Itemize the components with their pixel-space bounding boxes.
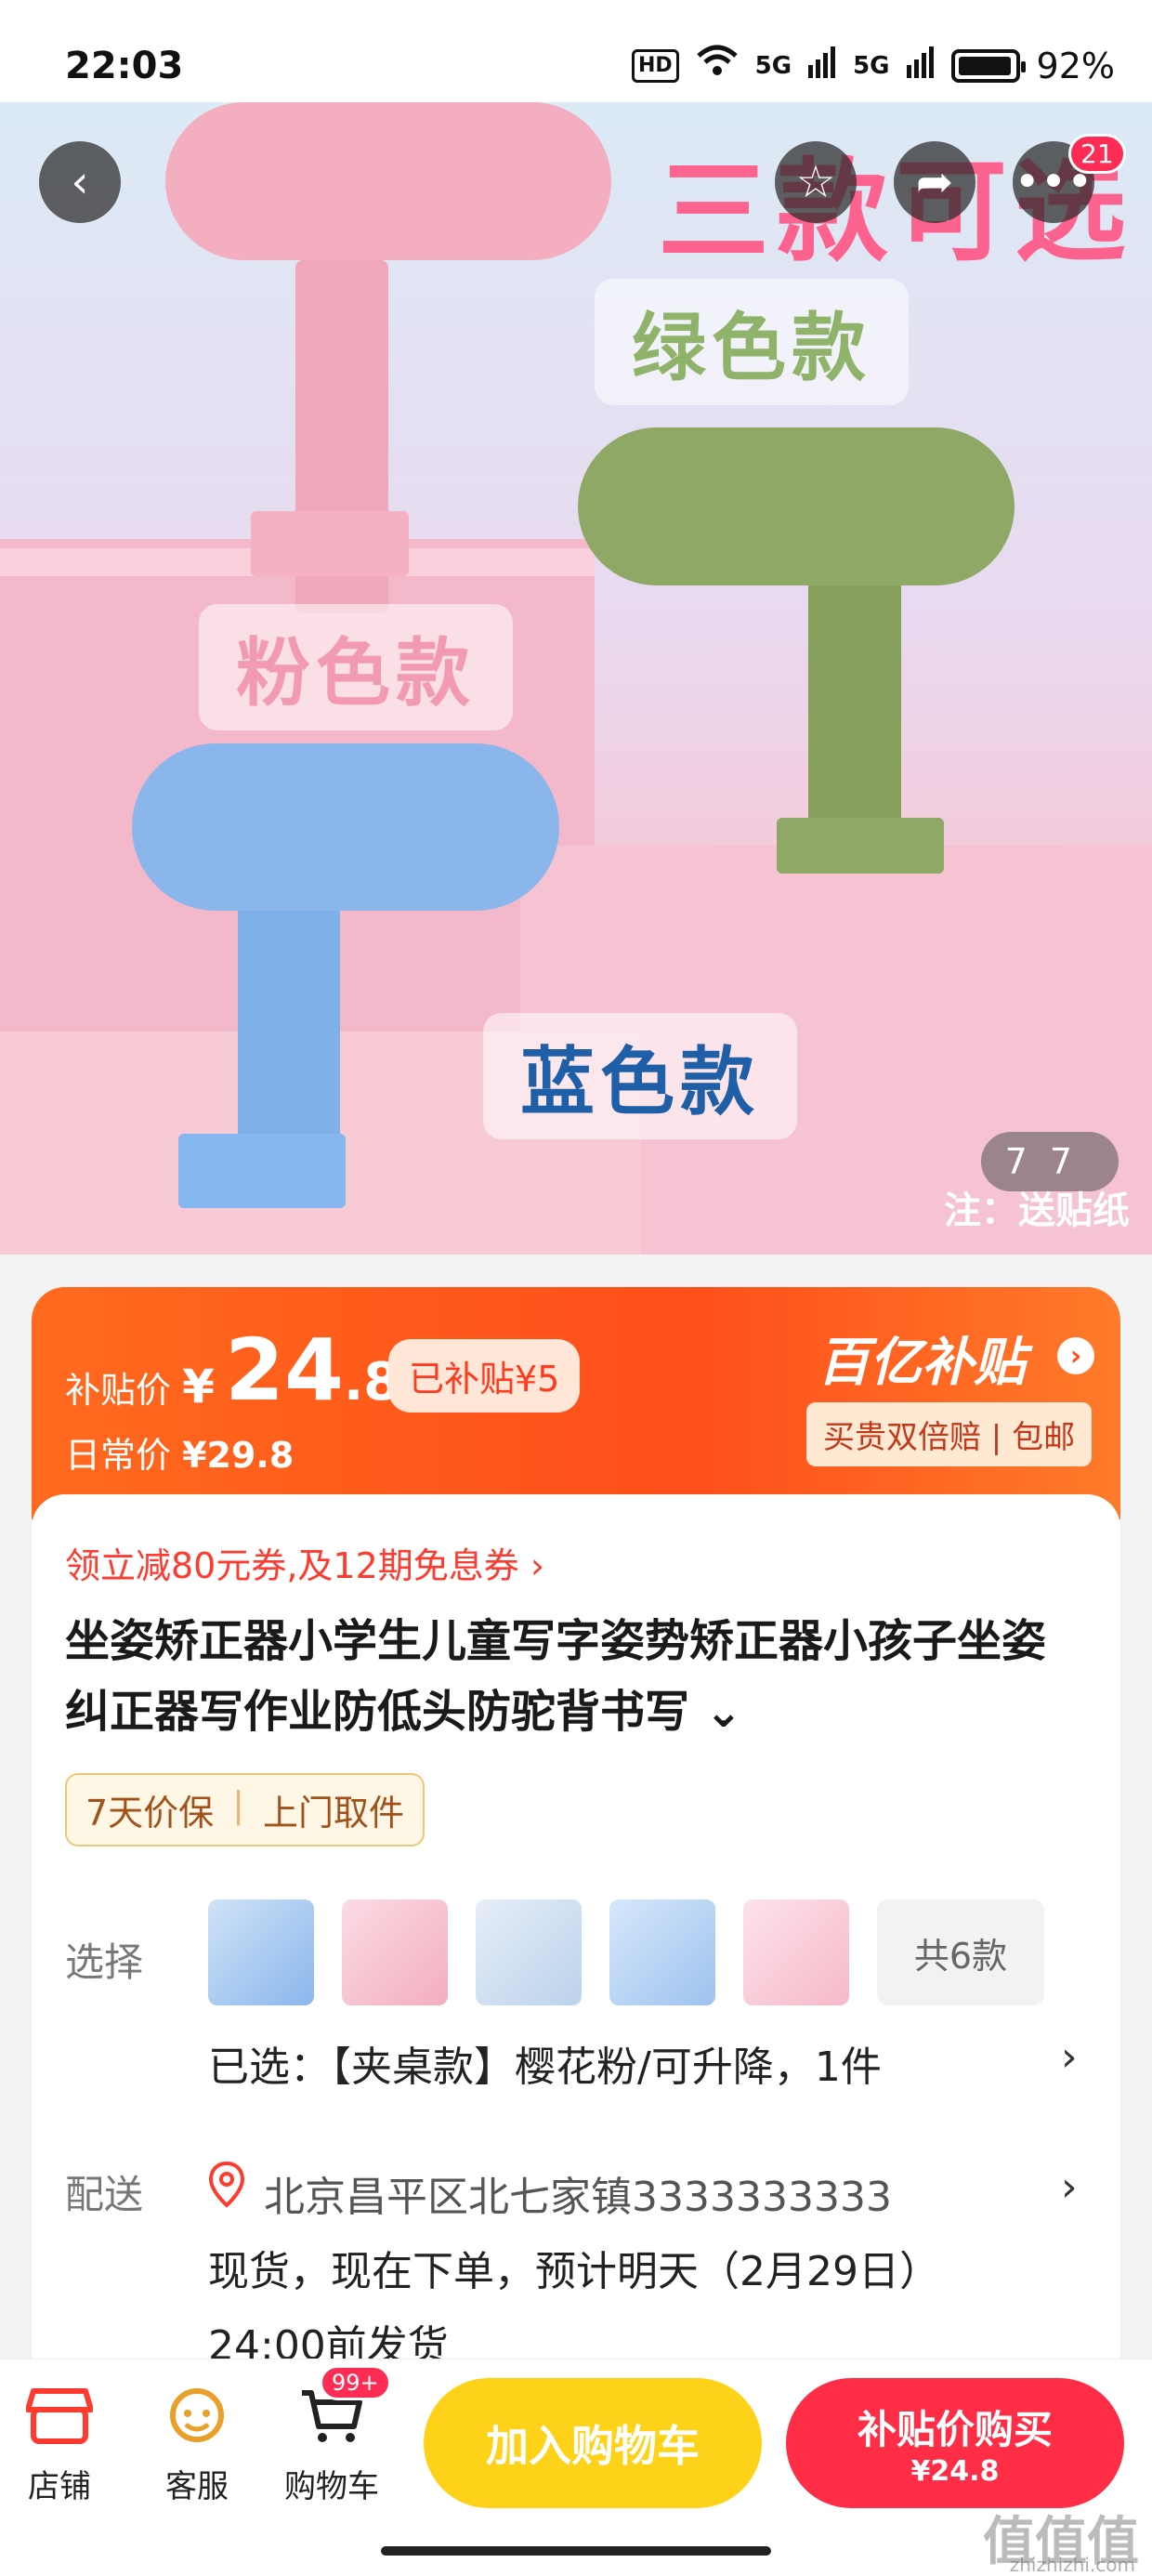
- label-blue: 蓝色款: [483, 1013, 797, 1139]
- delivery-estimate: 现货，现在下单，预计明天（2月29日）: [208, 2248, 940, 2295]
- currency-symbol: ¥: [182, 1360, 215, 1413]
- shop-icon: [25, 2385, 94, 2453]
- green-product-base: [777, 818, 944, 874]
- delivery-label: 配送: [65, 2172, 144, 2217]
- pink-product-pad: [165, 102, 611, 260]
- signal-bars-icon-2: [906, 46, 935, 86]
- buy-now-button[interactable]: 补贴价购买 ¥24.8: [786, 2378, 1124, 2508]
- expand-chevron-icon[interactable]: ⌄: [705, 1686, 742, 1738]
- blue-product-base: [178, 1134, 346, 1208]
- shop-label: 店铺: [28, 2468, 91, 2505]
- share-icon: ➦: [915, 156, 954, 208]
- customer-service-icon: [164, 2385, 230, 2453]
- status-time: 22:03: [65, 45, 184, 87]
- coupon-link[interactable]: 领立减80元券,及12期免息券 ›: [65, 1537, 544, 1588]
- blue-product-pad: [132, 743, 559, 911]
- chevron-right-icon[interactable]: ›: [1061, 2033, 1078, 2081]
- price-banner: 补贴价 ¥ 24.8 已补贴¥5 日常价 ¥29.8 百亿补贴 › 买贵双倍赔 …: [32, 1287, 1120, 1519]
- subsidized-chip: 已补贴¥5: [388, 1339, 581, 1413]
- variant-thumb[interactable]: [743, 1899, 849, 2005]
- battery-percent: 92%: [1036, 45, 1115, 86]
- service-tags[interactable]: 7天价保 | 上门取件: [65, 1773, 425, 1847]
- green-product-pad: [578, 427, 1015, 585]
- product-title[interactable]: 坐姿矫正器小学生儿童写字姿势矫正器小孩子坐姿纠正器写作业防低头防驼背书写 ⌄: [65, 1606, 1087, 1747]
- service-tag: 上门取件: [263, 1793, 405, 1833]
- daily-price: 日常价 ¥29.8: [65, 1426, 294, 1478]
- status-bar: 22:03 HD 5G 5G 92%: [0, 0, 1152, 102]
- cart-nav[interactable]: 购物车: [284, 2385, 379, 2506]
- service-label: 客服: [165, 2468, 229, 2505]
- watermark-url: zhizhizhi.com: [1009, 2554, 1135, 2576]
- battery-icon: [950, 48, 1026, 83]
- add-to-cart-button[interactable]: 加入购物车: [424, 2378, 762, 2508]
- signal-icon-2: 5G: [853, 51, 890, 80]
- delivery-address[interactable]: 北京昌平区北七家镇3333333333: [264, 2163, 892, 2223]
- daily-value: ¥29.8: [182, 1435, 295, 1476]
- variant-thumb[interactable]: [208, 1899, 314, 2005]
- subsidy-price-label: 补贴价 ¥: [65, 1360, 215, 1413]
- favorite-button[interactable]: ☆: [775, 141, 857, 223]
- star-icon: ☆: [795, 156, 836, 208]
- customer-service-nav[interactable]: 客服: [164, 2385, 230, 2506]
- label-pink: 粉色款: [199, 604, 513, 730]
- status-icons: HD 5G 5G 92%: [631, 45, 1115, 86]
- label-green: 绿色款: [595, 279, 909, 405]
- wifi-icon: [696, 45, 739, 86]
- share-button[interactable]: ➦: [894, 141, 975, 223]
- chevron-right-icon[interactable]: ›: [1061, 2163, 1078, 2211]
- signal-icon: 5G: [754, 51, 792, 80]
- chevron-right-icon: ›: [530, 1545, 545, 1586]
- product-image-carousel[interactable]: 三款可选 绿色款 粉色款 蓝色款 77 注：送贴纸: [0, 102, 1152, 1255]
- counter-current: 7: [1004, 1141, 1050, 1182]
- pink-product-base: [251, 511, 409, 576]
- chevron-left-icon: ‹: [71, 156, 89, 208]
- message-badge: 21: [1068, 134, 1126, 174]
- product-info-card: 领立减80元券,及12期免息券 › 坐姿矫正器小学生儿童写字姿势矫正器小孩子坐姿…: [32, 1494, 1120, 2424]
- price-value: 24.8: [225, 1321, 399, 1420]
- subsidy-label-text: 补贴价: [65, 1370, 172, 1411]
- variant-thumb[interactable]: [609, 1899, 715, 2005]
- shop-nav[interactable]: 店铺: [25, 2385, 94, 2506]
- signal-bars-icon: [808, 46, 836, 86]
- select-label: 选择: [65, 1939, 144, 1985]
- product-title-text: 坐姿矫正器小学生儿童写字姿势矫正器小孩子坐姿纠正器写作业防低头防驼背书写: [65, 1615, 1047, 1738]
- location-pin-icon: [208, 2161, 245, 2212]
- cart-label: 购物车: [284, 2468, 379, 2505]
- counter-total: 7: [1049, 1141, 1094, 1182]
- buy-label: 补贴价购买: [857, 2407, 1053, 2452]
- divider: |: [232, 1784, 244, 1825]
- service-tag: 7天价保: [85, 1793, 215, 1833]
- back-button[interactable]: ‹: [39, 141, 121, 223]
- brand-logo[interactable]: 百亿补贴: [818, 1321, 1026, 1396]
- home-indicator[interactable]: [381, 2546, 771, 2556]
- price-int: 24: [225, 1321, 345, 1420]
- hd-icon: HD: [631, 48, 679, 83]
- daily-label: 日常价: [65, 1435, 172, 1476]
- chevron-right-icon[interactable]: ›: [1057, 1337, 1094, 1374]
- cart-badge: 99+: [320, 2365, 391, 2400]
- selected-variant[interactable]: 已选：【夹桌款】樱花粉/可升降，1件: [208, 2033, 882, 2093]
- more-variants-button[interactable]: 共6款: [877, 1899, 1044, 2005]
- hero-note: 注：送贴纸: [944, 1189, 1130, 1232]
- bottom-action-bar: 店铺 客服 购物车 99+ 加入购物车 补贴价购买 ¥24.8: [0, 2359, 1152, 2576]
- variant-thumb[interactable]: [342, 1899, 448, 2005]
- coupon-text: 领立减80元券,及12期免息券: [65, 1545, 519, 1586]
- variant-thumb[interactable]: [476, 1899, 582, 2005]
- guarantee-tag: 买贵双倍赔 | 包邮: [806, 1402, 1093, 1466]
- buy-price: ¥24.8: [910, 2455, 1000, 2488]
